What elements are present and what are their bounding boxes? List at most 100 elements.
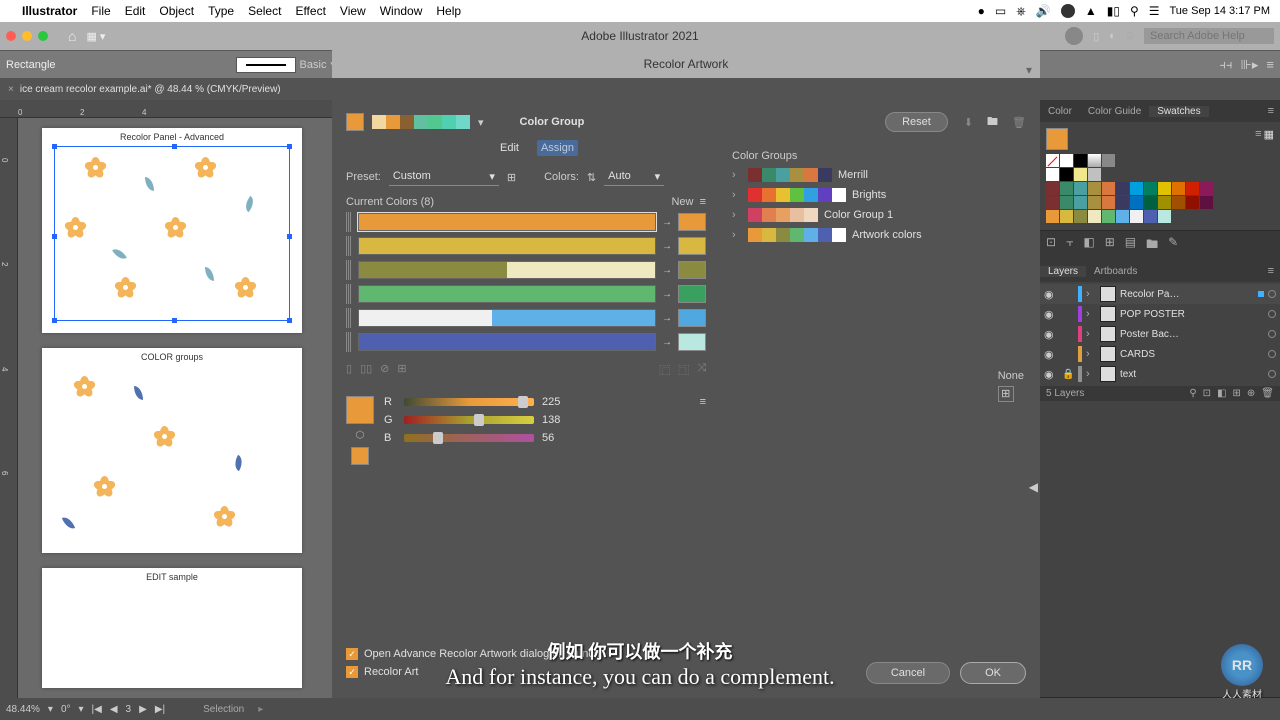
swatch[interactable] [1130,182,1143,195]
swatch[interactable] [1130,196,1143,209]
color-group-strip[interactable] [372,115,470,129]
slider-value[interactable]: 56 [542,432,572,444]
chevron-right-icon[interactable]: › [1086,308,1096,320]
color-assignment-row[interactable]: → [346,260,706,280]
nav-first-icon[interactable]: |◀ [92,704,102,715]
new-layer-icon[interactable]: ⊕ [1247,388,1255,399]
panel-menu-icon[interactable]: ≡ [700,196,706,208]
drag-handle-icon[interactable] [346,308,352,328]
color-assignment-row[interactable]: → [346,212,706,232]
maximize-icon[interactable] [38,31,48,41]
locate-icon[interactable]: ⚲ [1189,388,1196,399]
target-icon[interactable] [1268,350,1276,358]
home-icon[interactable]: ⌂ [68,28,76,44]
color-group-row[interactable]: › Color Group 1 [732,208,972,222]
layer-row[interactable]: ◉ › POP POSTER [1040,304,1280,324]
artboard-edit-sample[interactable]: EDIT sample [42,568,302,688]
layer-name[interactable]: Recolor Pa… [1120,289,1254,300]
learn-icon[interactable]: ◐ [1109,30,1116,42]
chevron-right-icon[interactable]: › [732,189,742,201]
libraries-icon[interactable]: ▤ [1125,235,1136,256]
swatch[interactable] [1046,210,1059,223]
color-group-row[interactable]: › Brights [732,188,972,202]
visibility-icon[interactable]: ◉ [1044,328,1058,341]
slider-value[interactable]: 225 [542,396,572,408]
rgb-slider[interactable] [404,398,534,406]
collapse-panels-icon[interactable]: ◀ [1029,480,1038,494]
none-swatch[interactable] [1046,154,1059,167]
links-icon[interactable]: 🖿 [1146,235,1158,256]
swatch[interactable] [1060,196,1073,209]
menu-window[interactable]: Window [380,4,423,18]
find-stroke-icon[interactable]: ⿹ [678,362,689,378]
swatch[interactable] [1144,196,1157,209]
dialog-dropdown-icon[interactable]: ▾ [1026,56,1032,84]
grid-icon[interactable]: ⊞ [507,171,516,184]
swatch[interactable] [1186,182,1199,195]
swatch[interactable] [1074,168,1087,181]
mask-icon[interactable]: ◧ [1217,388,1226,399]
arrange-icon[interactable]: ▯ [1093,30,1099,43]
artboard-number[interactable]: 3 [126,704,132,715]
save-group-icon[interactable]: ⬇ [964,116,973,129]
current-color-bar[interactable] [358,213,656,231]
list-view-icon[interactable]: ≡ [1255,128,1261,150]
color-assignment-row[interactable]: → [346,284,706,304]
tab-color-guide[interactable]: Color Guide [1080,106,1149,117]
new-color-swatch[interactable] [678,261,706,279]
swatches-grid[interactable]: ≡ ▦ [1040,122,1280,230]
sublayer-icon[interactable]: ⊞ [1233,388,1241,399]
tab-assign[interactable]: Assign [537,140,578,156]
color-group-row[interactable]: › Merrill [732,168,972,182]
stepper-icon[interactable]: ⇅ [587,171,596,184]
tab-swatches[interactable]: Swatches [1149,106,1208,117]
document-tab[interactable]: × ice cream recolor example.ai* @ 48.44 … [0,78,332,100]
menu-view[interactable]: View [340,4,366,18]
swatch[interactable] [1074,196,1087,209]
stroke-preview[interactable] [236,57,296,73]
dropdown-icon[interactable]: ▾ [48,704,53,715]
panel-menu-icon[interactable]: ≡ [1266,57,1274,73]
color-group-swatches[interactable] [748,208,818,222]
swatch[interactable] [1200,182,1213,195]
swatch[interactable] [1046,182,1059,195]
close-tab-icon[interactable]: × [8,84,14,95]
current-color-bar[interactable] [358,285,656,303]
target-icon[interactable] [1268,370,1276,378]
wifi-icon[interactable]: ▲ [1085,4,1097,18]
chevron-right-icon[interactable]: › [732,229,742,241]
fill-stroke-icon[interactable] [1046,128,1068,150]
rgb-slider[interactable] [404,434,534,442]
battery-icon[interactable]: ▮▯ [1107,4,1120,18]
new-color-swatch[interactable] [678,213,706,231]
layer-name[interactable]: Poster Bac… [1120,329,1264,340]
swatch[interactable] [1186,196,1199,209]
layer-row[interactable]: ◉ 🔒 › text [1040,364,1280,384]
zoom-value[interactable]: 48.44% [6,704,40,715]
collect-icon[interactable]: ⊡ [1203,388,1211,399]
swatch[interactable] [1158,182,1171,195]
color-group-swatches[interactable] [748,168,832,182]
drag-handle-icon[interactable] [346,212,352,232]
layer-name[interactable]: POP POSTER [1120,309,1264,320]
find-fill-icon[interactable]: ⿸ [659,362,670,378]
ok-button[interactable]: OK [960,662,1026,684]
panel-menu-icon[interactable]: ≡ [1262,265,1280,277]
workspace-switcher-icon[interactable]: ▦ ▾ [86,30,105,43]
visibility-icon[interactable]: ◉ [1044,288,1058,301]
color-mode-icon[interactable]: ⬡ [356,430,365,441]
color-group-row[interactable]: › Artwork colors [732,228,972,242]
layer-row[interactable]: ◉ › Recolor Pa… [1040,284,1280,304]
active-color-swatch[interactable] [346,113,364,131]
artwork-selection[interactable] [54,146,290,321]
canvas[interactable]: Recolor Panel - Advanced [18,118,332,698]
new-color-swatch[interactable] [678,285,706,303]
tab-layers[interactable]: Layers [1040,266,1086,277]
current-color-bar[interactable] [358,333,656,351]
chevron-right-icon[interactable]: › [1086,288,1096,300]
target-icon[interactable] [1268,290,1276,298]
menu-illustrator[interactable]: Illustrator [22,4,77,18]
transform-icon[interactable]: ⊞ [1105,235,1115,256]
visibility-icon[interactable]: ◉ [1044,368,1058,381]
checkbox-recolor-art[interactable]: ✓ [346,666,358,678]
